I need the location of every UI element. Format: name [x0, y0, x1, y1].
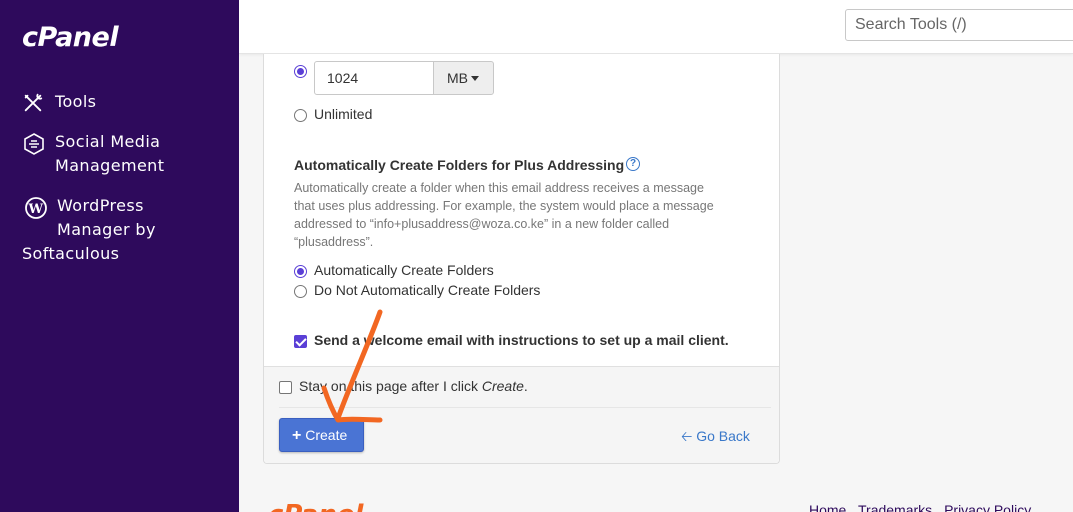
welcome-email-checkbox[interactable]: [294, 335, 307, 348]
quota-unlimited-radio[interactable]: [294, 109, 307, 122]
svg-text:W: W: [28, 202, 44, 217]
stay-label-emphasis: Create: [481, 378, 524, 394]
plus-icon: +: [292, 427, 302, 444]
tools-icon: [24, 93, 43, 112]
sidebar-item-label: Social Media: [55, 132, 161, 151]
sidebar-item-label: Management: [55, 156, 165, 175]
stay-on-page-label[interactable]: Stay on this page after I click Create.: [299, 378, 528, 394]
quota-limited-radio[interactable]: [294, 65, 307, 78]
footer-link-home[interactable]: Home: [809, 502, 846, 512]
welcome-email-label[interactable]: Send a welcome email with instructions t…: [314, 332, 729, 348]
arrow-left-icon: 🡠: [681, 428, 693, 444]
sidebar-item-label: Tools: [55, 92, 97, 111]
auto-create-folders-radio[interactable]: [294, 265, 307, 278]
caret-down-icon: [471, 76, 479, 81]
description-line: addressed to “info+plusaddress@woza.co.k…: [294, 217, 670, 231]
sidebar-item-tools[interactable]: Tools: [22, 90, 96, 114]
footer-link-privacy[interactable]: Privacy Policy: [944, 502, 1031, 512]
description-line: “plusaddress”.: [294, 235, 374, 249]
no-auto-create-folders-radio[interactable]: [294, 285, 307, 298]
quota-unit-dropdown[interactable]: MB: [433, 61, 494, 95]
wordpress-icon: W: [25, 197, 47, 219]
no-auto-create-folders-label[interactable]: Do Not Automatically Create Folders: [314, 282, 540, 298]
social-media-icon: [24, 133, 44, 155]
create-button[interactable]: + Create: [279, 418, 364, 452]
footer-links: Home Trademarks Privacy Policy: [809, 502, 1039, 512]
footer-cpanel-logo[interactable]: cPanel: [268, 500, 363, 512]
plus-addressing-description: Automatically create a folder when this …: [294, 179, 754, 251]
go-back-label: Go Back: [696, 428, 750, 444]
create-button-label: Create: [305, 427, 348, 443]
stay-label-suffix: .: [523, 378, 528, 394]
quota-input[interactable]: 1024: [314, 61, 434, 95]
cpanel-logo[interactable]: cPanel: [22, 22, 119, 53]
sidebar-item-social-media[interactable]: Social Media Management: [22, 130, 164, 178]
auto-create-folders-label[interactable]: Automatically Create Folders: [314, 262, 494, 278]
sidebar-item-wordpress[interactable]: W WordPress Manager by Softaculous: [22, 194, 156, 266]
description-line: Automatically create a folder when this …: [294, 181, 704, 195]
sidebar-item-label: WordPress: [57, 196, 144, 215]
divider: [279, 407, 771, 408]
unit-label: MB: [447, 70, 468, 86]
go-back-link[interactable]: 🡠 Go Back: [681, 426, 750, 450]
footer-link-trademarks[interactable]: Trademarks: [858, 502, 932, 512]
sidebar: cPanel Tools Social Media Management W W…: [0, 0, 239, 512]
sidebar-item-label: Softaculous: [22, 244, 120, 263]
sidebar-item-label: Manager by: [57, 220, 156, 239]
stay-on-page-checkbox[interactable]: [279, 381, 292, 394]
description-line: that uses plus addressing. For example, …: [294, 199, 714, 213]
quota-unlimited-label[interactable]: Unlimited: [314, 106, 372, 122]
plus-addressing-heading: Automatically Create Folders for Plus Ad…: [294, 157, 625, 173]
help-icon[interactable]: ?: [626, 157, 640, 171]
search-tools-input[interactable]: Search Tools (/): [845, 9, 1073, 41]
stay-label-text: Stay on this page after I click: [299, 378, 482, 394]
